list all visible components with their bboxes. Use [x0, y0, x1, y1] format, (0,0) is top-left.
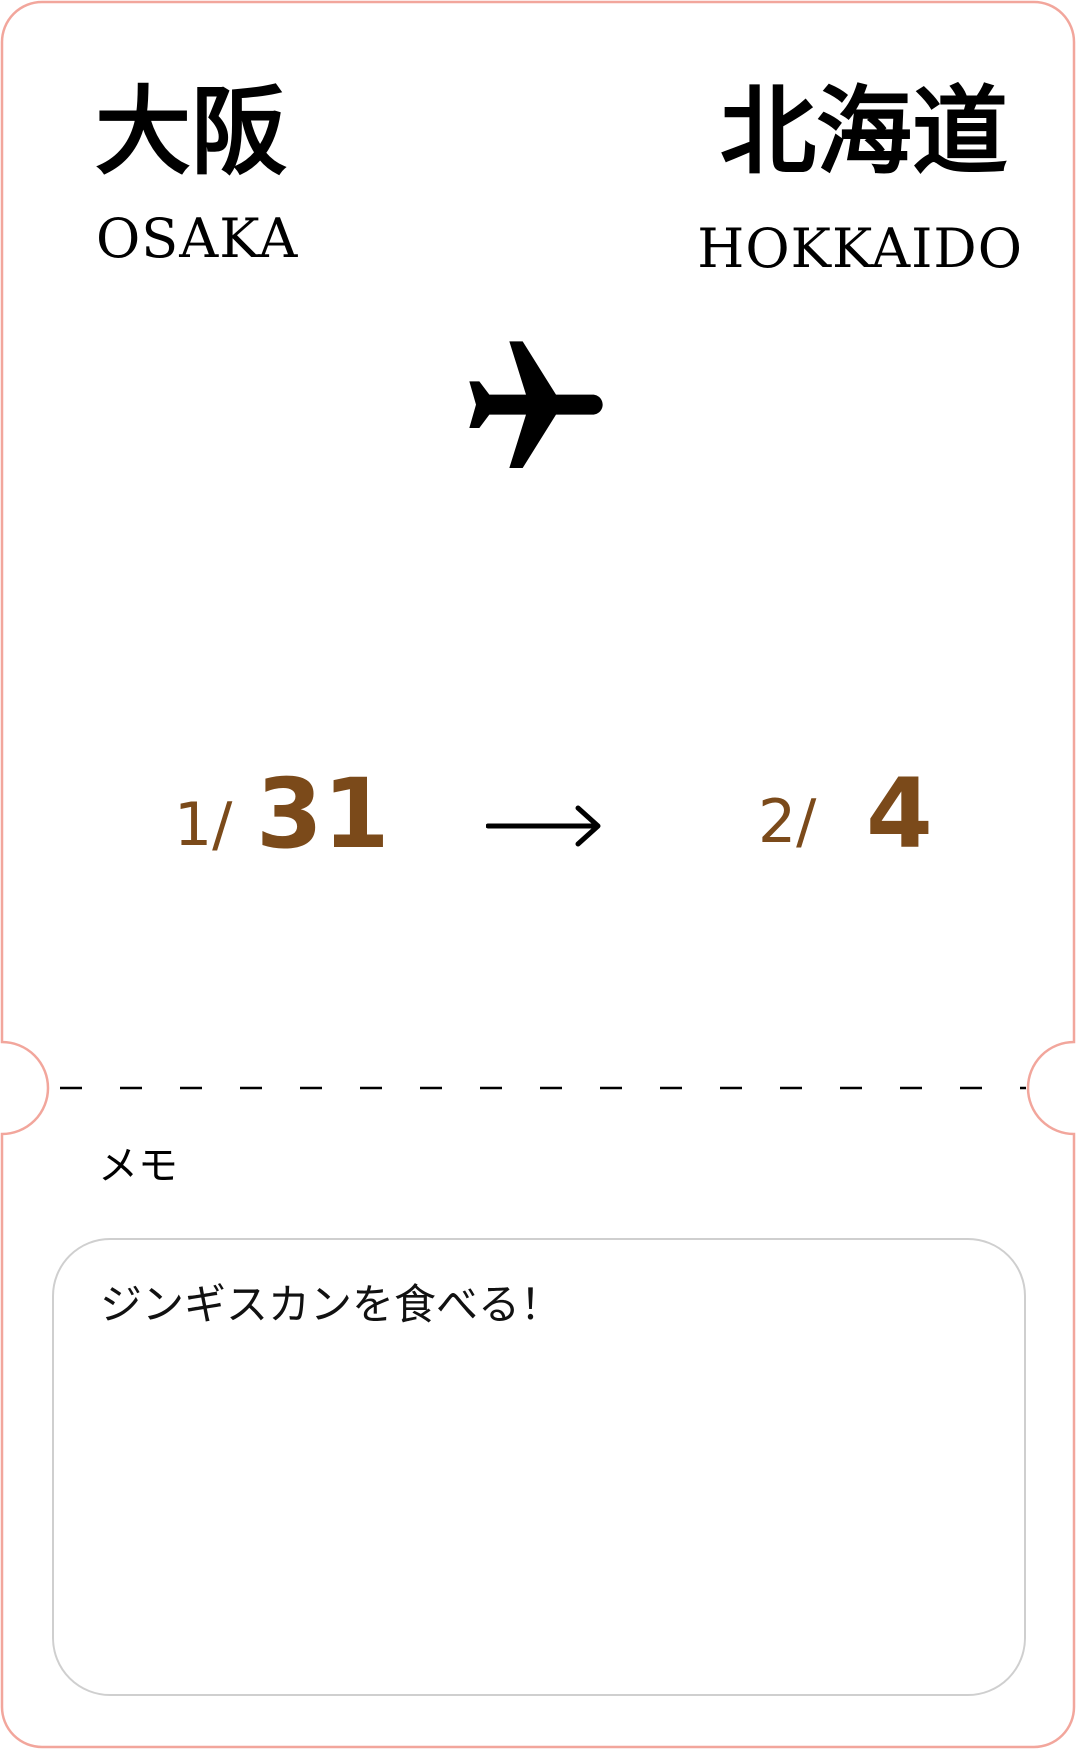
right-arrow-icon — [486, 805, 601, 847]
memo-label: メモ — [98, 1143, 178, 1189]
memo-textarea[interactable]: ジンギスカンを食べる！ — [52, 1238, 1026, 1696]
destination-city-jp: 北海道 — [720, 76, 1008, 188]
origin-city-jp: 大阪 — [95, 76, 287, 188]
departure-month: 1/ — [174, 790, 233, 860]
destination-city-en: HOKKAIDO — [697, 217, 1023, 280]
return-month: 2/ — [758, 787, 817, 857]
departure-day: 31 — [256, 758, 390, 870]
origin-city-en: OSAKA — [96, 207, 299, 270]
return-day: 4 — [866, 758, 933, 870]
airplane-icon — [469, 341, 603, 468]
